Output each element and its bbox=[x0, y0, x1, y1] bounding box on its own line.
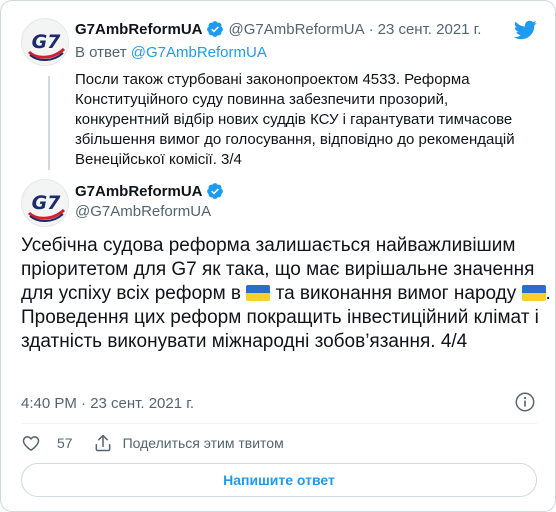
tweet-embed-card: G7 G7AmbReformUA @G7AmbReformUA · 23 сен… bbox=[0, 0, 556, 512]
parent-date[interactable]: 23 сент. 2021 г. bbox=[378, 21, 482, 38]
like-button[interactable]: 57 bbox=[21, 433, 73, 453]
main-display-name[interactable]: G7AmbReformUA bbox=[75, 183, 203, 200]
thread-connector-line bbox=[48, 76, 50, 170]
verified-badge-icon bbox=[206, 20, 224, 38]
parent-name-row: G7AmbReformUA @G7AmbReformUA · 23 сент. … bbox=[75, 20, 481, 38]
parent-tweet-text: Посли також стурбовані законопроектом 45… bbox=[75, 71, 515, 168]
svg-text:G7: G7 bbox=[32, 31, 62, 53]
share-tweet-button[interactable]: Поделиться этим твитом bbox=[93, 433, 284, 453]
main-tweet-text: Усебічна судова реформа залишається найв… bbox=[21, 234, 551, 354]
ukraine-flag-emoji bbox=[246, 285, 271, 301]
verified-badge-icon bbox=[206, 182, 224, 200]
reply-button[interactable]: Напишите ответ bbox=[21, 463, 537, 497]
ukraine-flag-emoji bbox=[521, 285, 546, 301]
tweet-actions: 57 Поделиться этим твитом bbox=[21, 431, 304, 455]
separator-dot: · bbox=[368, 20, 374, 38]
like-count: 57 bbox=[57, 435, 73, 451]
main-name-row: G7AmbReformUA bbox=[75, 182, 224, 200]
parent-handle[interactable]: @G7AmbReformUA bbox=[229, 21, 365, 38]
parent-avatar[interactable]: G7 bbox=[21, 18, 69, 66]
reply-context: В ответ @G7AmbReformUA bbox=[75, 44, 267, 61]
twitter-bird-icon[interactable] bbox=[513, 18, 537, 42]
g7-logo-icon: G7 bbox=[23, 20, 68, 65]
parent-display-name[interactable]: G7AmbReformUA bbox=[75, 21, 203, 38]
divider bbox=[21, 423, 537, 424]
share-icon bbox=[95, 434, 110, 452]
reply-prefix: В ответ bbox=[75, 44, 127, 61]
reply-mention-link[interactable]: @G7AmbReformUA bbox=[131, 44, 267, 61]
share-label: Поделиться этим твитом bbox=[122, 435, 284, 451]
info-icon[interactable] bbox=[514, 391, 536, 413]
tweet-timestamp[interactable]: 4:40 PM · 23 сент. 2021 г. bbox=[21, 395, 194, 412]
heart-icon bbox=[22, 436, 40, 451]
g7-logo-icon: G7 bbox=[23, 181, 68, 226]
main-handle[interactable]: @G7AmbReformUA bbox=[75, 203, 211, 220]
svg-text:G7: G7 bbox=[32, 192, 62, 214]
main-avatar[interactable]: G7 bbox=[21, 179, 69, 227]
main-text-part2: та виконання вимог народу bbox=[270, 283, 522, 304]
